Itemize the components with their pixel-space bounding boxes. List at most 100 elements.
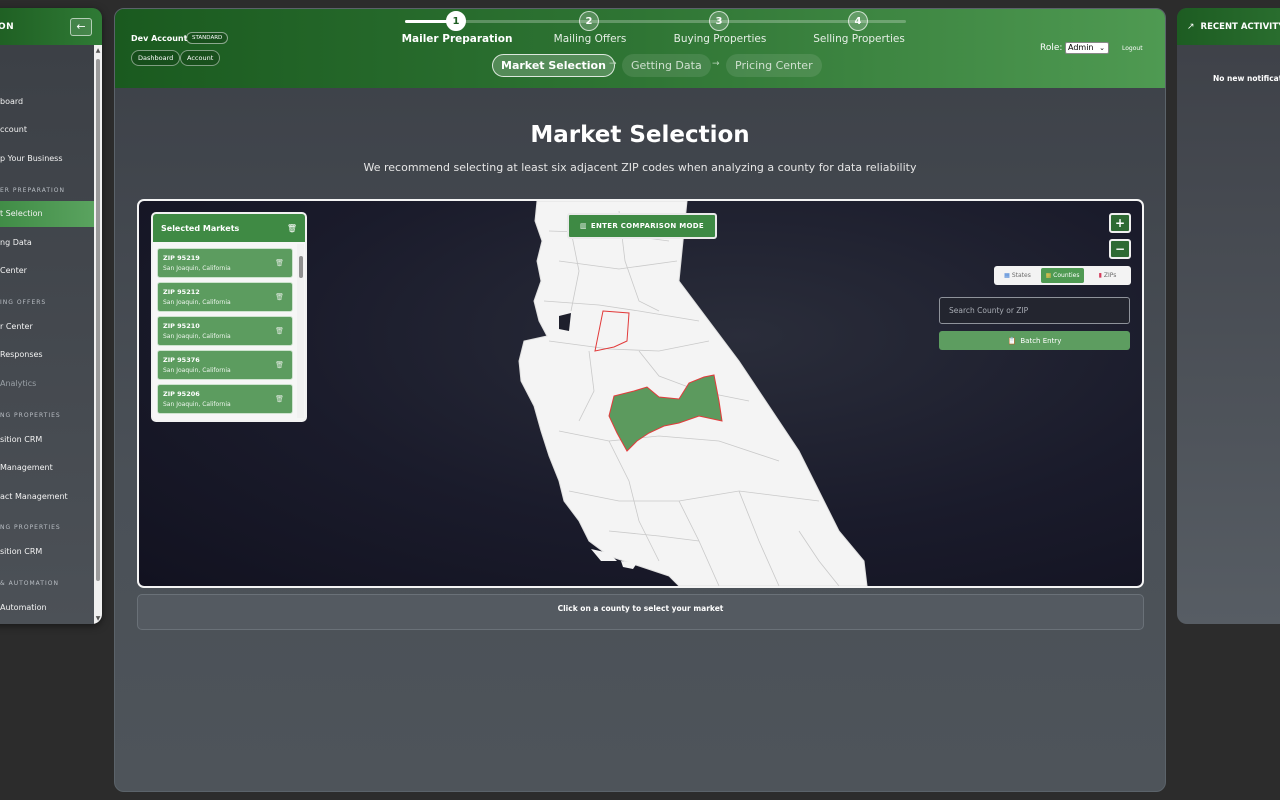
sidebar-item-analytics[interactable]: Analytics [0,371,94,397]
chart-icon: ▥ [580,222,587,230]
sidebar-item-offer-center[interactable]: r Center [0,314,94,340]
market-zip: ZIP 95212 [163,288,200,296]
markets-header: Selected Markets 🗑 [153,214,305,242]
sidebar-item-automation[interactable]: Automation [0,595,94,621]
step-4-circle[interactable]: 4 [848,11,868,31]
chevron-down-icon: ⌄ [1099,44,1105,52]
progress-stepper [405,20,906,23]
bay-water [559,313,571,331]
market-region: San Joaquin, California [163,401,231,408]
substep-pricing-center[interactable]: Pricing Center [726,54,822,77]
comparison-mode-label: ENTER COMPARISON MODE [590,222,704,230]
sidebar-item-responses[interactable]: Responses [0,342,94,368]
layer-label: States [1011,272,1031,279]
activity-empty-message: No new notificati [1213,74,1280,83]
market-zip: ZIP 95210 [163,322,200,330]
main-panel: Dev Account STANDARD Dashboard Account 1… [114,8,1166,792]
market-region: San Joaquin, California [163,367,231,374]
trash-icon[interactable]: 🗑 [275,259,284,267]
sidebar-item-pricing-center[interactable]: Center [0,258,94,284]
layer-toggle: ▦ States ▦ Counties ▮ ZIPs [994,266,1131,285]
sidebar-section-mailing-offers: ING OFFERS [0,299,47,306]
clipboard-icon: 📋 [1007,336,1017,345]
sidebar-section-buying-properties: NG PROPERTIES [0,412,61,419]
role-label: Role: [1040,43,1063,53]
trash-icon[interactable]: 🗑 [275,395,284,403]
step-1-circle[interactable]: 1 [446,11,466,31]
grid-icon: ▦ [1045,272,1052,279]
layer-counties-option[interactable]: ▦ Counties [1041,268,1084,283]
sidebar-header: ON ← [0,8,102,45]
sidebar-item-getting-data[interactable]: ng Data [0,230,94,256]
substep-getting-data[interactable]: Getting Data [622,54,711,77]
account-button[interactable]: Account [180,50,221,66]
sidebar-scrollbar[interactable]: ▲ ▼ [94,45,102,624]
trash-icon[interactable]: 🗑 [287,224,297,233]
sidebar-item-dashboard[interactable]: board [0,89,94,115]
layer-zips-option[interactable]: ▮ ZIPs [1086,268,1129,283]
trend-icon: ↗ [1187,21,1195,32]
market-item[interactable]: ZIP 95376 San Joaquin, California 🗑 [157,350,293,380]
zoom-in-button[interactable]: + [1109,213,1131,233]
substep-market-selection[interactable]: Market Selection [492,54,615,77]
pin-icon: ▮ [1098,272,1102,279]
map-hint: Click on a county to select your market [137,594,1144,630]
market-zip: ZIP 95376 [163,356,200,364]
step-2-circle[interactable]: 2 [579,11,599,31]
market-item[interactable]: ZIP 95206 San Joaquin, California 🗑 [157,384,293,414]
role-select[interactable]: Admin ⌄ [1065,42,1109,54]
sidebar-scroll-thumb[interactable] [96,59,100,581]
trash-icon[interactable]: 🗑 [275,327,284,335]
sidebar-item-property-management[interactable]: Management [0,455,94,481]
sidebar-title: ON [0,21,15,32]
market-item[interactable]: ZIP 95210 San Joaquin, California 🗑 [157,316,293,346]
map-container[interactable]: Selected Markets 🗑 ZIP 95219 San Joaquin… [137,199,1144,588]
plan-badge: STANDARD [186,32,229,44]
layer-label: Counties [1053,272,1080,279]
page-title: Market Selection [530,122,750,148]
step-1-label[interactable]: Mailer Preparation [402,33,513,45]
markets-title: Selected Markets [161,223,240,233]
step-3-label[interactable]: Buying Properties [674,33,767,45]
market-zip: ZIP 95206 [163,390,200,398]
sidebar-item-market-selection[interactable]: t Selection [0,201,94,227]
recent-activity-panel: ↗ RECENT ACTIVITY No new notificati [1177,8,1280,624]
markets-scrollbar[interactable] [297,244,304,418]
sidebar-item-contact-management[interactable]: act Management [0,484,94,510]
account-name: Dev Account [131,34,188,43]
sidebar-item-setup-business[interactable]: p Your Business [0,146,94,172]
substep-arrow-icon: → [712,59,720,69]
zoom-out-button[interactable]: − [1109,239,1131,259]
batch-entry-label: Batch Entry [1020,336,1062,345]
market-region: San Joaquin, California [163,333,231,340]
substep-arrow-icon: → [609,59,617,69]
sidebar-item-account[interactable]: ccount [0,117,94,143]
sidebar-nav: board ccount p Your Business ER PREPARAT… [0,45,94,624]
market-item[interactable]: ZIP 95212 San Joaquin, California 🗑 [157,282,293,312]
market-zip: ZIP 95219 [163,254,200,262]
county-zip-search-input[interactable] [939,297,1130,324]
layer-states-option[interactable]: ▦ States [996,268,1039,283]
sidebar-collapse-button[interactable]: ← [70,17,92,36]
trash-icon[interactable]: 🗑 [275,361,284,369]
markets-scroll-thumb[interactable] [298,256,303,278]
comparison-mode-button[interactable]: ▥ ENTER COMPARISON MODE [567,213,717,239]
step-4-label[interactable]: Selling Properties [813,33,905,45]
activity-title: RECENT ACTIVITY [1200,21,1280,32]
dashboard-button[interactable]: Dashboard [131,50,181,66]
scroll-up-icon[interactable]: ▲ [94,47,102,54]
sidebar: ON ← board ccount p Your Business ER PRE… [0,8,102,624]
scroll-down-icon[interactable]: ▼ [94,615,102,622]
sidebar-item-acquisition-crm[interactable]: sition CRM [0,427,94,453]
trash-icon[interactable]: 🗑 [275,293,284,301]
sidebar-item-disposition-crm[interactable]: sition CRM [0,539,94,565]
logout-link[interactable]: Logout [1122,45,1143,52]
grid-icon: ▦ [1004,272,1010,279]
batch-entry-button[interactable]: 📋 Batch Entry [939,331,1130,350]
top-bar: Dev Account STANDARD Dashboard Account 1… [115,9,1165,88]
step-2-label[interactable]: Mailing Offers [554,33,627,45]
role-value: Admin [1068,43,1094,52]
market-region: San Joaquin, California [163,299,231,306]
market-item[interactable]: ZIP 95219 San Joaquin, California 🗑 [157,248,293,278]
step-3-circle[interactable]: 3 [709,11,729,31]
